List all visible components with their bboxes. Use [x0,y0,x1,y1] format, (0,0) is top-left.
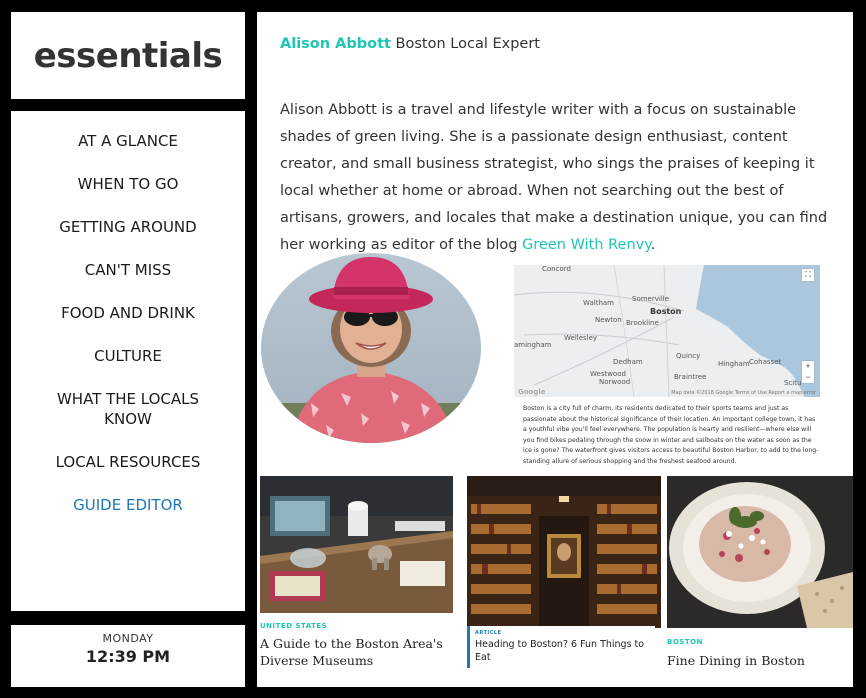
clock-day: MONDAY [102,632,154,645]
clock-time: 12:39 PM [85,647,171,666]
city-description: Boston is a city full of charm, its resi… [523,405,819,465]
blog-link[interactable]: Green With Renvy [522,237,651,253]
map-label-braintree: Braintree [674,373,707,381]
nav-item-when-to-go[interactable]: WHEN TO GO [11,174,245,194]
map-label-dedham: Dedham [613,358,643,366]
map-label-norwood: Norwood [599,378,631,386]
map-label-wellesley: Wellesley [564,334,598,342]
author-name[interactable]: Alison Abbott [280,36,391,52]
card-tag: UNITED STATES [260,622,328,630]
main-content: Alison Abbott Boston Local Expert Alison… [257,12,853,687]
map-label-waltham: Waltham [583,299,614,307]
map-label-newton: Newton [595,316,622,324]
article-card-fine-dining[interactable]: BOSTON Fine Dining in Boston [667,476,853,687]
map-label-concord: Concord [542,265,571,273]
nav-item-culture[interactable]: CULTURE [11,346,245,366]
nav-item-guide-editor[interactable]: GUIDE EDITOR [11,495,245,515]
dining-image [667,476,853,628]
card-title[interactable]: A Guide to the Boston Area's Diverse Mus… [260,635,453,669]
map-label-scituate: Scitu [784,379,802,387]
card-title[interactable]: Fine Dining in Boston [667,652,853,669]
nav-item-getting-around[interactable]: GETTING AROUND [11,217,245,237]
clock-panel: MONDAY 12:39 PM [11,625,245,687]
museums-image [260,476,453,613]
card-tag: BOSTON [667,638,703,646]
nav-item-local-resources[interactable]: LOCAL RESOURCES [11,452,245,472]
map-label-somerville: Somerville [632,295,670,303]
library-image [467,476,661,628]
map-fullscreen-icon[interactable]: ⛶ [802,269,814,281]
author-bio: Alison Abbott is a travel and lifestyle … [280,97,840,259]
map-label-cohasset: Cohasset [749,358,782,366]
article-card-museums[interactable]: UNITED STATES A Guide to the Boston Area… [260,476,453,687]
article-card-fun-things-to-eat[interactable]: ARTICLE Heading to Boston? 6 Fun Things … [467,476,661,687]
map-label-hingham: Hingham [718,360,750,368]
nav-item-at-a-glance[interactable]: AT A GLANCE [11,131,245,151]
map-zoom-controls: + − [802,361,814,383]
bio-end: . [650,237,656,253]
map-zoom-out-button[interactable]: − [802,372,814,383]
map-zoom-in-button[interactable]: + [802,361,814,372]
map-attribution[interactable]: Map data ©2018 Google Terms of Use Repor… [671,390,816,396]
map-google-logo: Google [518,388,546,396]
city-map[interactable]: Concord Somerville Waltham Boston Newton… [514,265,820,397]
author-role: Boston Local Expert [395,36,540,52]
card-title[interactable]: Heading to Boston? 6 Fun Things to Eat [475,638,650,664]
nav-item-food-and-drink[interactable]: FOOD AND DRINK [11,303,245,323]
map-label-westwood: Westwood [590,370,626,378]
map-label-quincy: Quincy [676,352,701,360]
author-portrait [261,253,481,443]
map-label-boston: Boston [650,307,682,316]
sidebar-nav: AT A GLANCE WHEN TO GO GETTING AROUND CA… [11,111,245,611]
map-label-brookline: Brookline [626,319,659,327]
bio-text: Alison Abbott is a travel and lifestyle … [280,102,828,253]
nav-item-cant-miss[interactable]: CAN'T MISS [11,260,245,280]
nav-item-what-the-locals-know[interactable]: WHAT THE LOCALS KNOW [11,389,245,429]
map-label-framingham: amingham [514,341,552,349]
logo-panel: essentials [11,12,245,99]
card-overlay: ARTICLE Heading to Boston? 6 Fun Things … [467,626,655,668]
author-heading: Alison Abbott Boston Local Expert [280,36,540,52]
card-tag: ARTICLE [475,630,502,636]
logo: essentials [33,35,223,76]
